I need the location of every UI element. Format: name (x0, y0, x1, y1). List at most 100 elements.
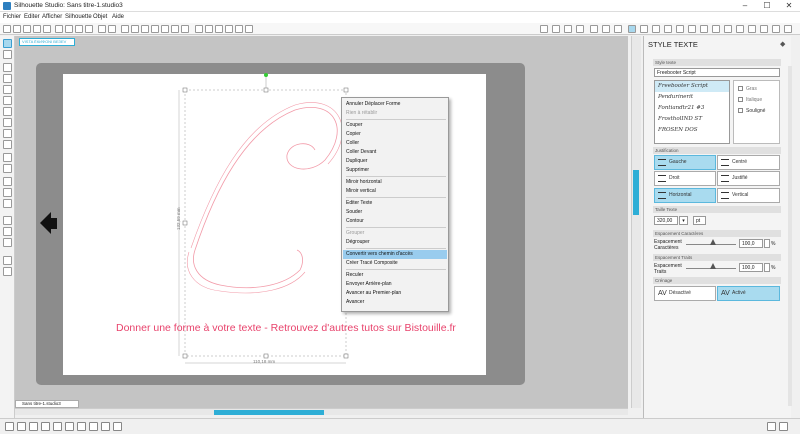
line-spacing-knob[interactable] (710, 263, 716, 269)
design-view-icon[interactable] (3, 216, 12, 225)
justify-center-button[interactable]: Centré (717, 155, 780, 170)
color-icon[interactable] (772, 25, 780, 33)
eraser-tool-icon[interactable] (3, 153, 12, 162)
menu-item-paste[interactable]: Coller (343, 139, 447, 148)
settings-icon[interactable] (767, 422, 776, 431)
line-spacing-stepper[interactable] (764, 263, 770, 272)
vertical-scrollbar[interactable] (631, 36, 641, 408)
paste-icon[interactable] (75, 25, 83, 33)
font-list-item[interactable]: FROSEN DOS (655, 125, 729, 136)
delete-icon[interactable] (85, 25, 93, 33)
menu-item-undo[interactable]: Annuler Déplacer Forme (343, 100, 447, 109)
pattern-icon[interactable] (576, 25, 584, 33)
send-back-icon[interactable] (89, 422, 98, 431)
rotate-handle[interactable] (264, 73, 268, 77)
store-icon[interactable] (235, 25, 243, 33)
new-icon[interactable] (3, 25, 11, 33)
nest-icon[interactable] (760, 25, 768, 33)
minimize-button[interactable]: – (734, 0, 756, 12)
kerning-off-button[interactable]: AV Désactivé (654, 286, 716, 301)
split-view-icon[interactable] (3, 267, 12, 276)
undo-icon[interactable] (98, 25, 106, 33)
menu-editer[interactable]: Editer (24, 14, 40, 20)
redo-icon[interactable] (108, 25, 116, 33)
justify-left-button[interactable]: Gauche (654, 155, 716, 170)
menu-objet[interactable]: Objet (93, 14, 107, 20)
replicate-icon[interactable] (652, 25, 660, 33)
menu-item-compound-path[interactable]: Créer Tracé Composite (343, 259, 447, 268)
panel-pin-icon[interactable]: ◆ (780, 40, 788, 48)
font-list[interactable]: Freebooter Script Pendurinerit Fontiandt… (654, 80, 730, 144)
line-spacing-input[interactable]: 100,0 (739, 263, 763, 272)
horizontal-button[interactable]: Horizontal (654, 188, 716, 203)
menu-item-ungroup[interactable]: Dégrouper (343, 238, 447, 247)
gradient-icon[interactable] (564, 25, 572, 33)
menu-afficher[interactable]: Afficher (42, 14, 62, 20)
menu-item-convert-to-path[interactable]: Convertir vers chemin d'accès (343, 250, 447, 259)
knife-tool-icon[interactable] (3, 164, 12, 173)
font-list-item[interactable]: Fontiandtr21 #3 (655, 103, 729, 114)
menu-item-mirror-vertical[interactable]: Miroir vertical (343, 187, 447, 196)
text-tool-icon[interactable] (3, 177, 12, 186)
release-compound-icon[interactable] (41, 422, 50, 431)
zoom-page-icon[interactable] (171, 25, 179, 33)
fill-tool-icon[interactable] (3, 188, 12, 197)
resize-handle[interactable] (263, 353, 269, 359)
scale-icon[interactable] (724, 25, 732, 33)
offset-icon[interactable] (602, 25, 610, 33)
menu-item-edit-text[interactable]: Editer Texte (343, 199, 447, 208)
save-icon[interactable] (33, 25, 41, 33)
font-list-item[interactable]: Freebooter Script (655, 81, 729, 92)
justify-right-button[interactable]: Droit (654, 171, 716, 186)
modify-icon[interactable] (664, 25, 672, 33)
store-view-icon[interactable] (3, 238, 12, 247)
menu-item-send-to-back[interactable]: Envoyer Arrière-plan (343, 280, 447, 289)
shadow-icon[interactable] (590, 25, 598, 33)
resize-handle[interactable] (263, 87, 269, 93)
text-style-icon[interactable] (628, 25, 636, 33)
bring-front-icon[interactable] (101, 422, 110, 431)
rounded-rect-tool-icon[interactable] (3, 85, 12, 94)
fill-icon[interactable] (552, 25, 560, 33)
line-style-icon[interactable] (540, 25, 548, 33)
freehand-tool-icon[interactable] (3, 140, 12, 149)
vertical-scroll-thumb[interactable] (633, 170, 639, 215)
menu-item-paste-front[interactable]: Coller Devant (343, 148, 447, 157)
bold-option[interactable]: Gras (738, 86, 757, 92)
cut-icon[interactable] (55, 25, 63, 33)
rotate-icon[interactable] (736, 25, 744, 33)
vertical-button[interactable]: Vertical (717, 188, 780, 203)
trace-icon[interactable] (614, 25, 622, 33)
document-tab[interactable]: Sans titre-1.studio3 (15, 400, 79, 408)
delete-shape-icon[interactable] (65, 422, 74, 431)
italic-option[interactable]: Italique (738, 97, 762, 103)
registration-icon[interactable] (215, 25, 223, 33)
menu-fichier[interactable]: Fichier (3, 14, 21, 20)
polygon-tool-icon[interactable] (3, 107, 12, 116)
font-list-item[interactable]: FrostholIND ST (655, 114, 729, 125)
char-spacing-stepper[interactable] (764, 239, 770, 248)
font-name-input[interactable]: Freebooter Script (654, 68, 780, 77)
text-size-unit[interactable]: pt (693, 216, 706, 225)
move-icon[interactable] (748, 25, 756, 33)
page-setup-icon[interactable] (205, 25, 213, 33)
help-icon[interactable] (779, 422, 788, 431)
send-settings-icon[interactable] (784, 25, 792, 33)
zoom-out-icon[interactable] (151, 25, 159, 33)
grid-icon[interactable] (195, 25, 203, 33)
ellipse-tool-icon[interactable] (3, 96, 12, 105)
line-tool-icon[interactable] (3, 63, 12, 72)
compound-icon[interactable] (29, 422, 38, 431)
menu-item-delete[interactable]: Supprimer (343, 166, 447, 175)
copy-icon[interactable] (65, 25, 73, 33)
resize-handle[interactable] (182, 220, 188, 226)
underline-option[interactable]: Souligné (738, 108, 765, 114)
menu-item-bring-forward[interactable]: Avancer (343, 298, 447, 307)
edit-points-tool-icon[interactable] (3, 50, 12, 59)
transform-icon[interactable] (640, 25, 648, 33)
zoom-in-icon[interactable] (141, 25, 149, 33)
send-icon[interactable] (225, 25, 233, 33)
menu-silhouette[interactable]: Silhouette (65, 14, 92, 20)
arc-tool-icon[interactable] (3, 129, 12, 138)
duplicate-icon[interactable] (53, 422, 62, 431)
